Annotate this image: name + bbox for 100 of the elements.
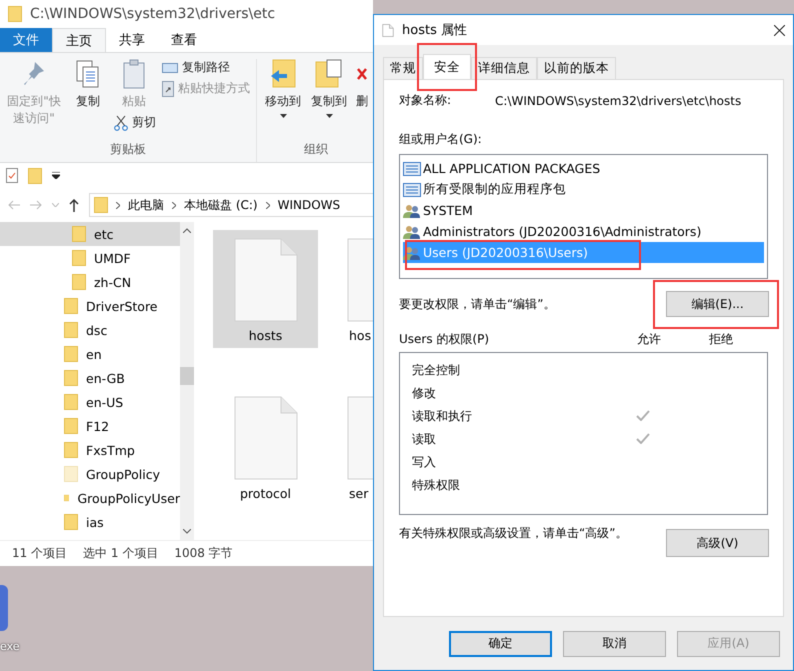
tree-item[interactable]: ias — [0, 510, 180, 534]
address-bar[interactable]: 此电脑 本地磁盘 (C:) WINDOWS — [89, 193, 373, 217]
tab[interactable]: 详细信息 — [471, 57, 537, 79]
column-header: 拒绝 — [709, 331, 733, 348]
caret-icon — [280, 114, 286, 118]
tab[interactable]: 常规 — [383, 57, 423, 79]
tab[interactable]: 以前的版本 — [537, 57, 616, 79]
scroll-down-icon[interactable] — [183, 529, 191, 534]
file-item[interactable]: protocol — [213, 388, 318, 506]
file-item[interactable]: hos — [336, 230, 373, 348]
ribbon-tab[interactable]: 主页 — [52, 28, 106, 52]
file-name: ser — [349, 486, 368, 501]
folder-icon — [64, 298, 78, 314]
document-icon — [382, 22, 394, 38]
permission-name: 特殊权限 — [412, 477, 461, 494]
ribbon-tab[interactable]: 文件 — [0, 28, 52, 52]
ribbon-command[interactable]: 移动到 — [265, 93, 301, 110]
file-item[interactable]: hosts — [213, 230, 318, 348]
hint-text: 有关特殊权限或高级设置，请单击“高级”。 — [399, 525, 628, 542]
tree-item[interactable]: GroupPolicyUser — [0, 486, 180, 510]
folder-icon — [94, 197, 108, 213]
path-icon — [162, 62, 178, 72]
file-item[interactable]: ser — [336, 388, 373, 506]
chevron-icon — [172, 202, 176, 208]
chevron-icon — [116, 202, 120, 208]
breadcrumb-item[interactable]: 本地磁盘 (C:) — [184, 196, 258, 214]
tree-item[interactable]: en — [0, 342, 180, 366]
users-icon — [403, 246, 421, 260]
new-folder-icon — [28, 168, 42, 184]
users-icon — [403, 204, 421, 218]
scroll-thumb[interactable] — [180, 367, 194, 385]
move-folder-icon — [269, 59, 297, 89]
field-label: 对象名称: — [399, 92, 452, 109]
folder-icon — [72, 226, 86, 242]
folder-icon — [8, 6, 22, 22]
user-list-item[interactable]: Administrators (JD20200316\Administrators) — [403, 221, 764, 242]
up-icon[interactable] — [69, 198, 79, 212]
status-text: 选中 1 个项目 — [83, 545, 158, 562]
advanced-button[interactable]: 高级(V) — [666, 529, 769, 557]
tree-item[interactable]: FxsTmp — [0, 438, 180, 462]
dialog-button[interactable]: 取消 — [563, 630, 666, 656]
tree-item[interactable]: DriverStore — [0, 294, 180, 318]
ribbon-command[interactable]: 删 — [356, 93, 368, 110]
file-name: hosts — [248, 328, 282, 343]
users-icon — [403, 224, 421, 238]
tree-item[interactable]: F12 — [0, 414, 180, 438]
properties-icon[interactable] — [6, 168, 18, 183]
tree-item[interactable]: GroupPolicy — [0, 462, 180, 486]
tree-item[interactable]: UMDF — [0, 246, 180, 270]
status-text: 1008 字节 — [174, 545, 233, 562]
object-name: C:\WINDOWS\system32\drivers\etc\hosts — [495, 94, 742, 108]
package-icon — [403, 162, 421, 176]
icon-label: exe — [0, 640, 20, 653]
tree-item[interactable]: dsc — [0, 318, 180, 342]
permission-name: 读取 — [412, 431, 437, 448]
folder-icon — [64, 466, 78, 482]
caret-icon — [326, 114, 332, 118]
scrollbar[interactable] — [180, 222, 194, 540]
hint-text: 要更改权限，请单击“编辑”。 — [399, 296, 556, 312]
user-list-item[interactable]: 所有受限制的应用程序包 — [403, 179, 764, 200]
permission-name: 修改 — [412, 385, 437, 402]
user-list-item[interactable]: SYSTEM — [403, 200, 764, 221]
copy-icon — [75, 59, 101, 89]
tree-item[interactable]: zh-CN — [0, 270, 180, 294]
tab[interactable]: 安全 — [423, 54, 471, 80]
ribbon-command[interactable]: 剪切 — [132, 114, 156, 131]
permission-name: 读取和执行 — [412, 408, 473, 425]
folder-icon — [64, 442, 78, 458]
dialog-button[interactable]: 确定 — [449, 630, 552, 656]
permission-name: 写入 — [412, 454, 437, 471]
document-icon — [234, 238, 298, 322]
copy-folder-icon — [315, 59, 343, 89]
tree-item[interactable]: en-GB — [0, 366, 180, 390]
field-label: Users 的权限(P) — [399, 331, 490, 348]
field-label: 组或用户名(G): — [399, 131, 482, 148]
delete-icon — [357, 68, 367, 80]
close-icon[interactable] — [774, 24, 785, 36]
folder-icon — [64, 418, 78, 434]
file-name: hos — [349, 328, 372, 343]
customize-icon[interactable] — [52, 172, 60, 179]
tree-item[interactable]: etc — [0, 222, 180, 246]
file-name: protocol — [240, 486, 291, 501]
edit-button[interactable]: 编辑(E)... — [666, 291, 769, 317]
document-icon — [234, 396, 298, 480]
group-label: 剪贴板 — [110, 141, 146, 158]
scissors-icon — [114, 114, 128, 130]
ribbon-tab[interactable]: 共享 — [106, 28, 158, 52]
window-title: C:\WINDOWS\system32\drivers\etc — [30, 6, 276, 22]
ribbon-command[interactable]: 复制到 — [311, 93, 347, 110]
folder-icon — [64, 370, 78, 386]
folder-icon — [64, 514, 78, 530]
user-list-item[interactable]: ALL APPLICATION PACKAGES — [403, 158, 764, 179]
breadcrumb-item[interactable]: 此电脑 — [128, 196, 164, 214]
ribbon-tab[interactable]: 查看 — [158, 28, 210, 52]
tree-item[interactable]: en-US — [0, 390, 180, 414]
scroll-up-icon[interactable] — [183, 228, 191, 233]
folder-icon — [64, 346, 78, 362]
breadcrumb-item[interactable]: WINDOWS — [278, 198, 340, 212]
ribbon-command[interactable]: 复制 — [76, 93, 100, 110]
ribbon-command[interactable]: 复制路径 — [182, 59, 230, 76]
